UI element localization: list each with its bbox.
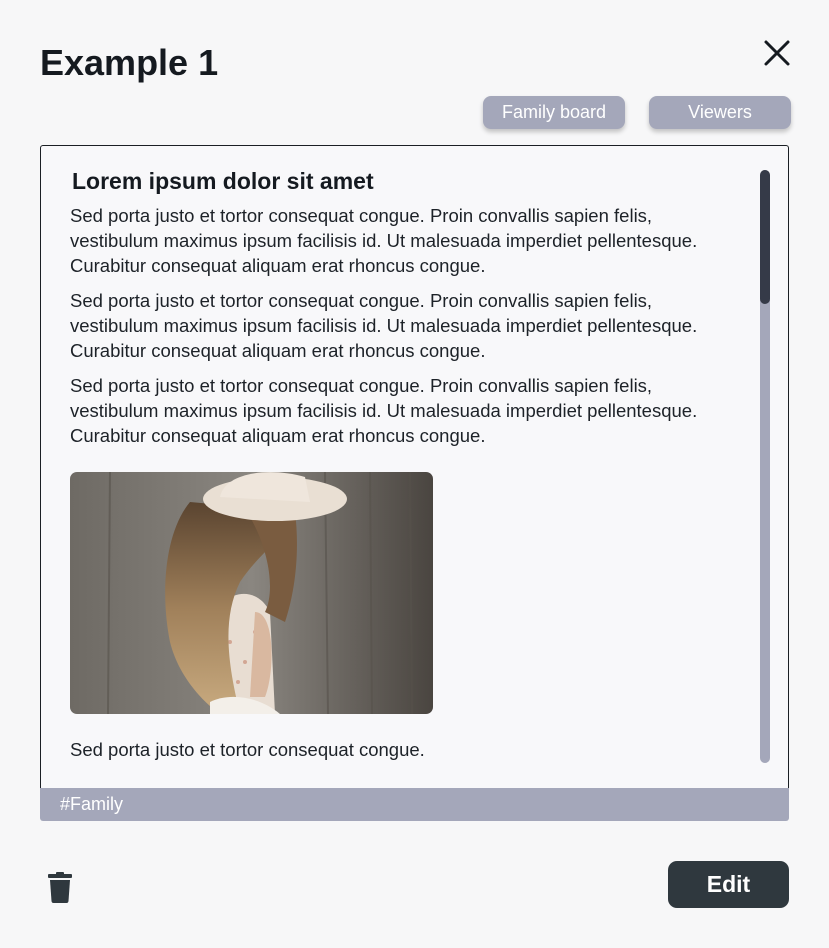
close-icon xyxy=(764,40,790,66)
family-board-button[interactable]: Family board xyxy=(483,96,625,129)
post-caption: Sed porta justo et tortor consequat cong… xyxy=(70,739,425,760)
dialog-title: Example 1 xyxy=(40,42,219,83)
viewers-button[interactable]: Viewers xyxy=(649,96,791,129)
tag-label[interactable]: #Family xyxy=(40,794,123,815)
post-paragraph: Sed porta justo et tortor consequat cong… xyxy=(70,290,698,361)
scrollbar-thumb[interactable] xyxy=(760,170,770,304)
scrollbar[interactable] xyxy=(760,170,770,763)
close-button[interactable] xyxy=(759,35,795,71)
woman-in-hat-photo xyxy=(70,472,433,714)
delete-button[interactable] xyxy=(48,871,72,903)
post-content-panel: Lorem ipsum dolor sit amet Sed porta jus… xyxy=(40,145,789,789)
post-photo xyxy=(70,472,433,714)
edit-button[interactable]: Edit xyxy=(668,861,789,908)
post-paragraph: Sed porta justo et tortor consequat cong… xyxy=(70,205,698,276)
post-paragraph: Sed porta justo et tortor consequat cong… xyxy=(70,375,698,446)
tag-bar: #Family xyxy=(40,788,789,821)
trash-icon xyxy=(48,872,72,903)
post-heading: Lorem ipsum dolor sit amet xyxy=(72,168,374,194)
